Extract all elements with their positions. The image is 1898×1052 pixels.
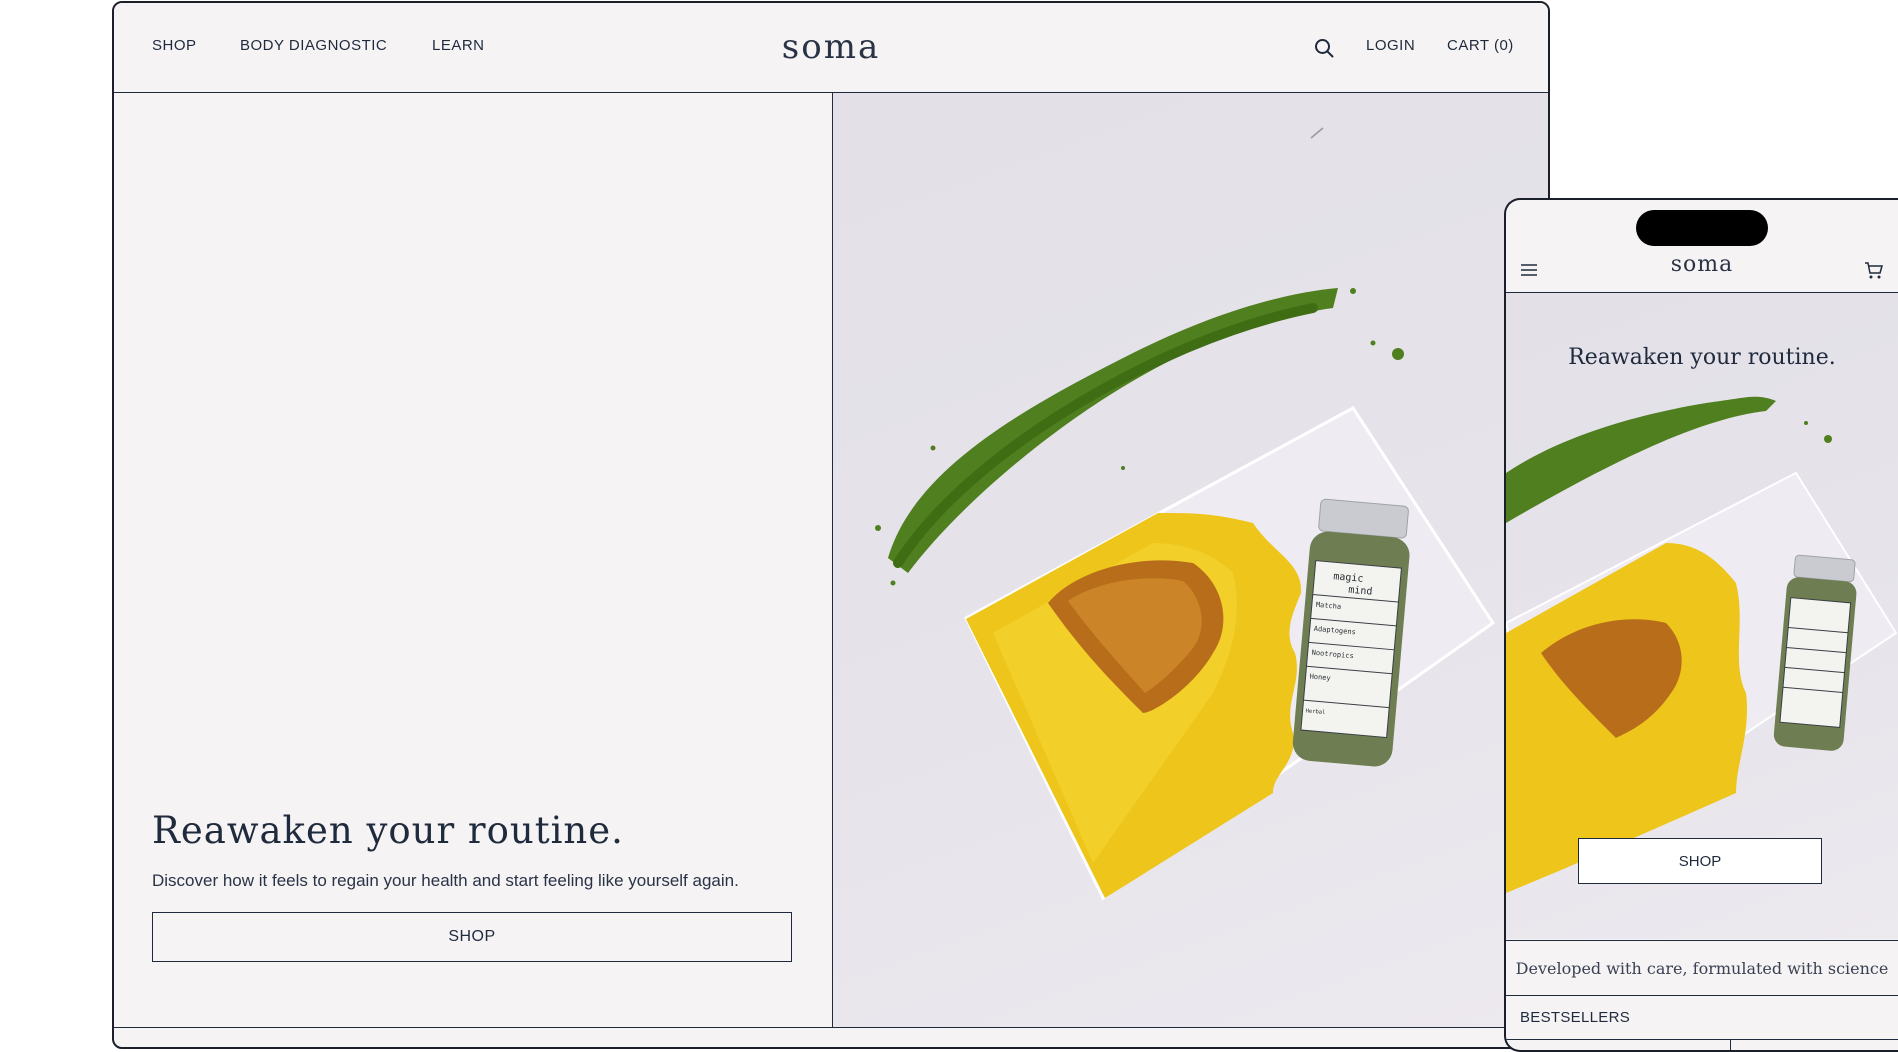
site-header: SHOP BODY DIAGNOSTIC LEARN soma LOGIN CA… xyxy=(114,3,1548,93)
hero-title: Reawaken your routine. xyxy=(152,809,624,852)
tagline: Developed with care, formulated with sci… xyxy=(1515,958,1889,978)
cart-icon[interactable] xyxy=(1864,260,1884,280)
mobile-shop-button[interactable]: SHOP xyxy=(1578,838,1822,884)
hero-product-image: magic mind Matcha Adaptogens Nootropics … xyxy=(833,93,1548,1027)
login-link[interactable]: LOGIN xyxy=(1366,37,1415,54)
grid-divider xyxy=(1730,1040,1731,1050)
product-photo: magic mind Matcha Adaptogens Nootropics … xyxy=(875,127,1496,901)
hero-description: Discover how it feels to regain your hea… xyxy=(152,871,739,890)
mobile-logo[interactable]: soma xyxy=(1506,252,1898,277)
hero-shop-button[interactable]: SHOP xyxy=(152,912,792,962)
phone-notch xyxy=(1636,210,1768,246)
mobile-hero-title: Reawaken your routine. xyxy=(1568,345,1836,370)
stray-speck xyxy=(1310,127,1324,139)
desktop-frame: SHOP BODY DIAGNOSTIC LEARN soma LOGIN CA… xyxy=(112,1,1550,1049)
page-divider xyxy=(114,1027,1548,1028)
tagline-bar: Developed with care, formulated with sci… xyxy=(1506,940,1898,996)
mobile-frame: soma Reawaken your routine. SHOP Develop… xyxy=(1504,198,1898,1052)
search-icon[interactable] xyxy=(1314,38,1334,58)
hero-text-panel: Reawaken your routine. Discover how it f… xyxy=(114,93,833,1027)
mobile-hero: Reawaken your routine. SHOP xyxy=(1506,293,1898,939)
cart-link[interactable]: CART (0) xyxy=(1447,37,1514,54)
mobile-header: soma xyxy=(1506,252,1898,293)
bestsellers-heading: BESTSELLERS xyxy=(1520,1009,1631,1026)
svg-text:mind: mind xyxy=(1348,585,1373,598)
bestsellers-section: BESTSELLERS xyxy=(1506,995,1898,1040)
